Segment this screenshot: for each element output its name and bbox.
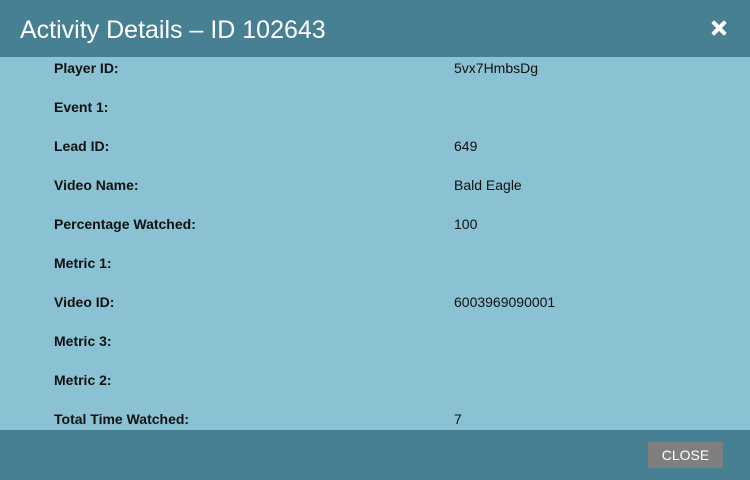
detail-value: 649 [454, 138, 478, 154]
close-icon[interactable] [708, 17, 730, 39]
detail-label: Player ID: [54, 60, 119, 76]
detail-row-total-time-watched: Total Time Watched: 7 [0, 408, 750, 430]
detail-row-event-1: Event 1: [0, 96, 750, 135]
detail-label: Metric 3: [54, 333, 112, 349]
activity-details-dialog: Activity Details – ID 102643 Player ID: … [0, 0, 750, 480]
detail-row-metric-2: Metric 2: [0, 369, 750, 408]
detail-value: 100 [454, 216, 478, 232]
detail-label: Event 1: [54, 99, 109, 115]
detail-label: Metric 2: [54, 372, 112, 388]
detail-label: Total Time Watched: [54, 411, 190, 427]
detail-row-video-id: Video ID: 6003969090001 [0, 291, 750, 330]
detail-label: Percentage Watched: [54, 216, 196, 232]
dialog-header: Activity Details – ID 102643 [0, 0, 750, 57]
detail-row-percentage-watched: Percentage Watched: 100 [0, 213, 750, 252]
detail-label: Video ID: [54, 294, 115, 310]
detail-label: Lead ID: [54, 138, 110, 154]
detail-row-video-name: Video Name: Bald Eagle [0, 174, 750, 213]
details-list: Player ID: 5vx7HmbsDg Event 1: Lead ID: … [0, 57, 750, 430]
detail-row-metric-3: Metric 3: [0, 330, 750, 369]
detail-row-player-id: Player ID: 5vx7HmbsDg [0, 57, 750, 96]
dialog-footer: CLOSE [0, 430, 750, 480]
detail-value: 6003969090001 [454, 294, 556, 310]
detail-value: 5vx7HmbsDg [454, 60, 539, 76]
detail-value: 7 [454, 411, 462, 427]
detail-value: Bald Eagle [454, 177, 522, 193]
detail-row-metric-1: Metric 1: [0, 252, 750, 291]
detail-label: Metric 1: [54, 255, 112, 271]
dialog-title: Activity Details – ID 102643 [20, 16, 326, 44]
detail-label: Video Name: [54, 177, 139, 193]
detail-row-lead-id: Lead ID: 649 [0, 135, 750, 174]
close-button[interactable]: CLOSE [648, 442, 723, 468]
